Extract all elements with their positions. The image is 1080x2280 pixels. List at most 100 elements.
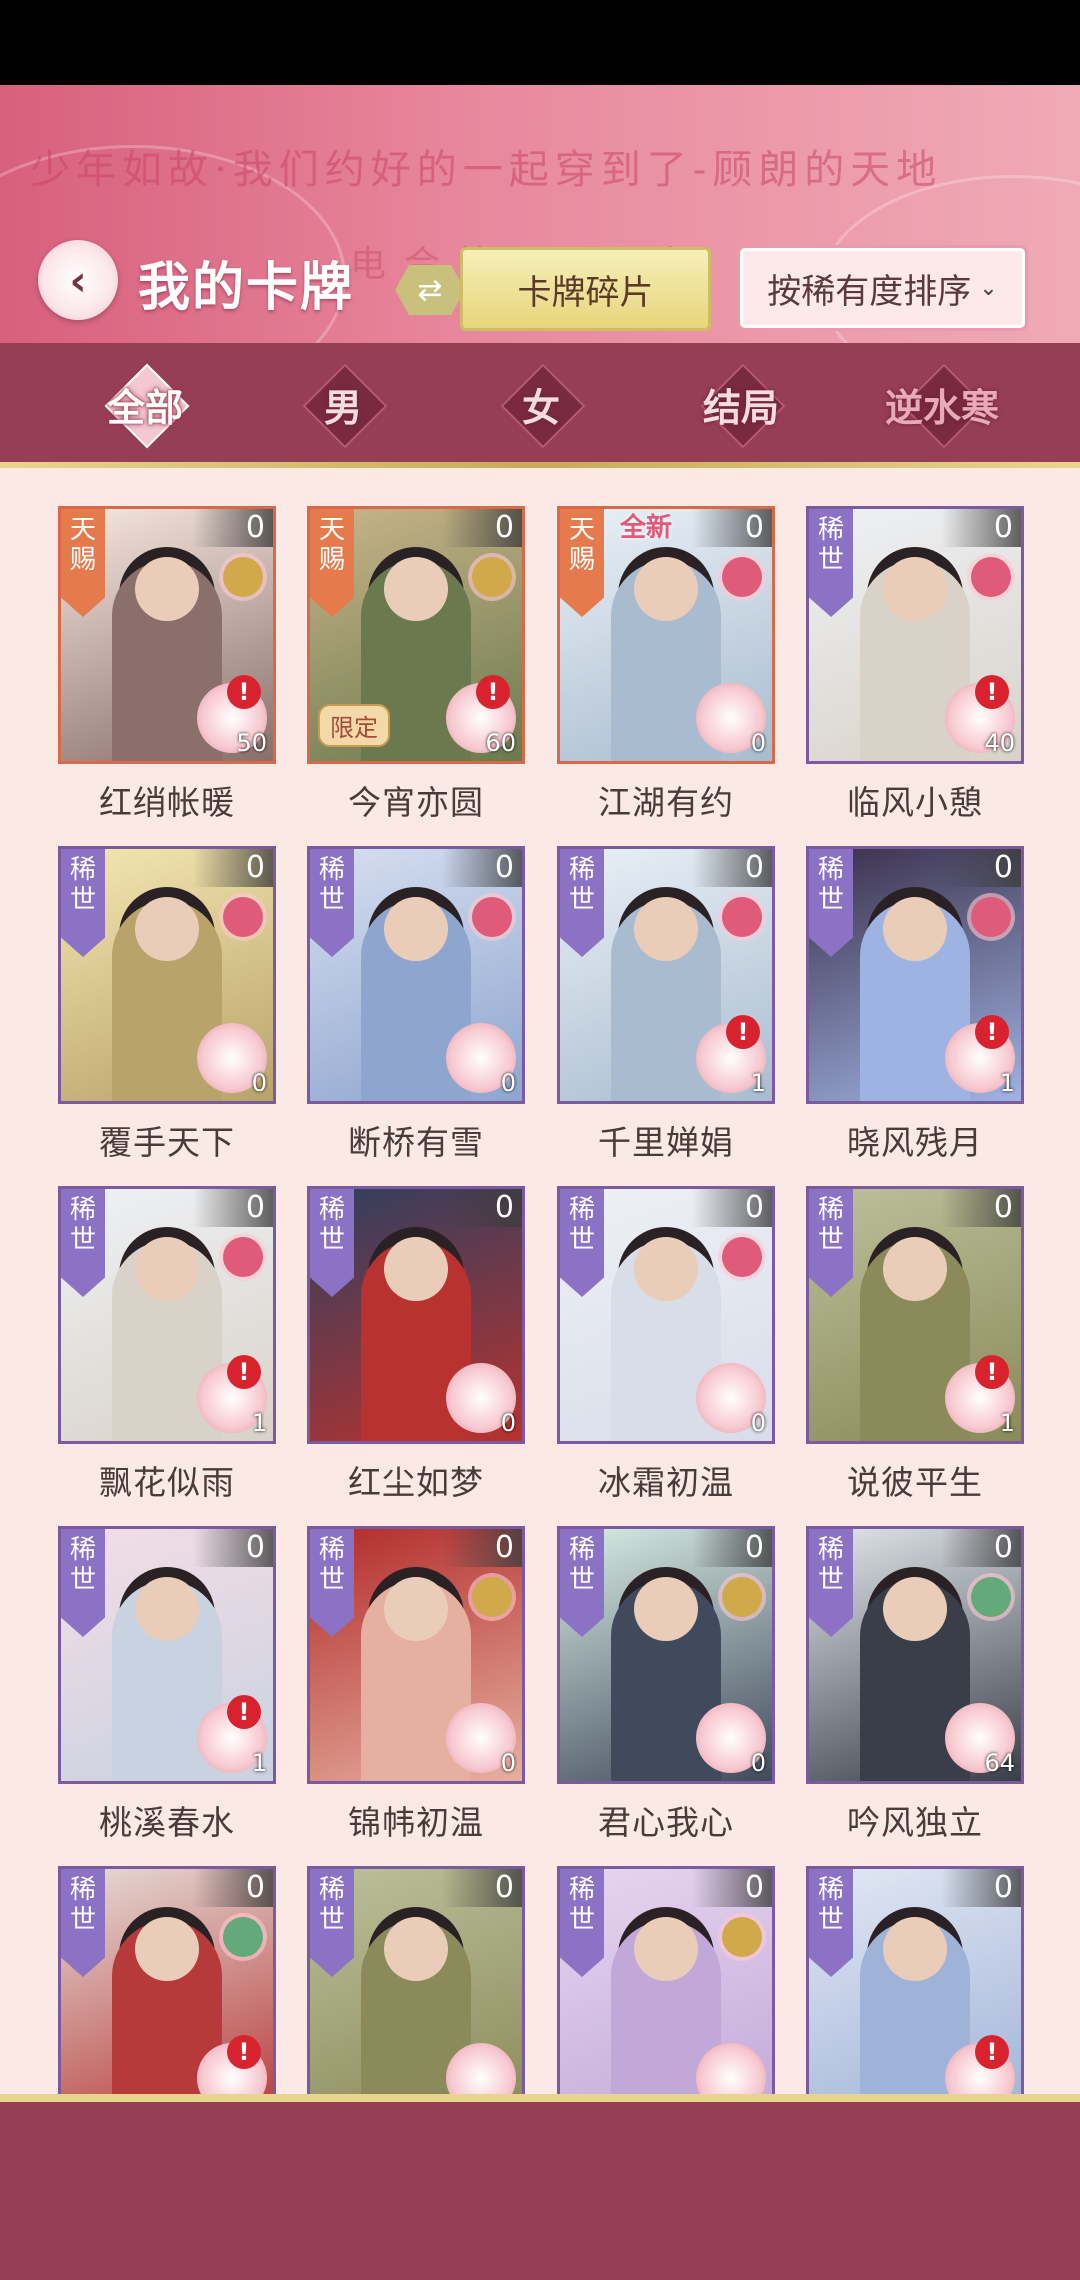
alert-icon: ! bbox=[476, 675, 510, 709]
card-fragments-label: 卡牌碎片 bbox=[517, 272, 654, 313]
card-count: 0 bbox=[692, 1869, 772, 1907]
card-item[interactable]: 稀世 0 0 bbox=[58, 846, 276, 1104]
card-name: 晓风残月 bbox=[847, 1123, 983, 1162]
card-item[interactable]: 稀世 0 0 bbox=[557, 1186, 775, 1444]
card-item[interactable]: 稀世 0! bbox=[58, 1866, 276, 2094]
rarity-badge: 稀世 bbox=[809, 1869, 853, 1977]
character-face bbox=[634, 897, 698, 961]
rarity-badge: 稀世 bbox=[61, 1869, 105, 1977]
card-name: 断桥有雪 bbox=[348, 1123, 484, 1162]
rarity-badge: 稀世 bbox=[809, 1189, 853, 1297]
card-name: 红尘如梦 bbox=[348, 1463, 484, 1502]
rarity-badge: 稀世 bbox=[310, 849, 354, 957]
character-face bbox=[634, 1577, 698, 1641]
fragment-count: 64 bbox=[984, 1749, 1015, 1777]
alert-icon: ! bbox=[726, 1015, 760, 1049]
card-count: 0 bbox=[442, 1869, 522, 1907]
card-count: 0 bbox=[193, 509, 273, 547]
card-item[interactable]: 天赐 0 限定! 60 bbox=[307, 506, 525, 764]
rarity-badge: 天赐 bbox=[560, 509, 604, 617]
fragment-count: 60 bbox=[485, 729, 516, 757]
card-item[interactable]: 稀世 0! bbox=[806, 1866, 1024, 2094]
card-item[interactable]: 稀世 0! 1 bbox=[806, 1186, 1024, 1444]
rarity-badge: 稀世 bbox=[809, 1529, 853, 1637]
card-count: 0 bbox=[941, 1869, 1021, 1907]
element-flower-icon bbox=[722, 1577, 762, 1617]
card-count: 0 bbox=[692, 849, 772, 887]
card-name: 覆手天下 bbox=[99, 1123, 235, 1162]
tab-male[interactable]: 男 bbox=[243, 363, 443, 449]
rarity-badge: 稀世 bbox=[560, 1869, 604, 1977]
character-face bbox=[384, 1237, 448, 1301]
character-face bbox=[384, 1917, 448, 1981]
alert-icon: ! bbox=[227, 2035, 261, 2069]
card-item[interactable]: 稀世 0 0 bbox=[307, 846, 525, 1104]
header: 少年如故·我们约好的一起穿到了-顾朗的天地 电合等目·寻欢 ‹ 我的卡牌 ⇄ 卡… bbox=[0, 85, 1080, 343]
card-name: 飘花似雨 bbox=[99, 1463, 235, 1502]
tab-nishuihan[interactable]: 逆水寒 bbox=[842, 363, 1042, 449]
card-count: 0 bbox=[692, 1189, 772, 1227]
tab-label: 结局 bbox=[702, 384, 779, 430]
chevron-left-icon: ‹ bbox=[69, 255, 87, 305]
card-item[interactable]: 稀世 0! 40 bbox=[806, 506, 1024, 764]
character-face bbox=[135, 1577, 199, 1641]
card-count: 0 bbox=[193, 1529, 273, 1567]
rarity-badge: 稀世 bbox=[809, 509, 853, 617]
card-item[interactable]: 稀世 0! 1 bbox=[557, 846, 775, 1104]
card-fragments-button[interactable]: 卡牌碎片 bbox=[460, 247, 711, 331]
card-count: 0 bbox=[193, 1189, 273, 1227]
rarity-badge: 稀世 bbox=[61, 1529, 105, 1637]
card-name: 临风小憩 bbox=[847, 783, 983, 822]
fragment-count: 1 bbox=[999, 1409, 1015, 1437]
rarity-badge: 稀世 bbox=[310, 1869, 354, 1977]
back-button[interactable]: ‹ bbox=[38, 240, 118, 320]
tab-all[interactable]: 全部 bbox=[45, 363, 245, 449]
sort-label: 按稀有度排序 bbox=[767, 271, 972, 312]
card-item[interactable]: 稀世 0 0 bbox=[307, 1186, 525, 1444]
element-flower-icon bbox=[722, 1917, 762, 1957]
tab-label: 全部 bbox=[106, 384, 183, 430]
tab-ending[interactable]: 结局 bbox=[641, 363, 841, 449]
rarity-badge: 稀世 bbox=[61, 849, 105, 957]
page-title: 我的卡牌 bbox=[138, 257, 355, 318]
card-item[interactable]: 稀世 0 0 bbox=[307, 1526, 525, 1784]
element-flower-icon bbox=[971, 897, 1011, 937]
element-flower-icon bbox=[223, 1237, 263, 1277]
element-flower-icon bbox=[223, 557, 263, 597]
card-item[interactable]: 天赐 0 全新 0 bbox=[557, 506, 775, 764]
card-count: 0 bbox=[941, 1189, 1021, 1227]
card-item[interactable]: 稀世 0 bbox=[557, 1866, 775, 2094]
alert-icon: ! bbox=[227, 1355, 261, 1389]
card-item[interactable]: 稀世 0! 1 bbox=[58, 1186, 276, 1444]
character-face bbox=[883, 897, 947, 961]
card-name: 江湖有约 bbox=[598, 783, 734, 822]
card-name: 锦帏初温 bbox=[348, 1803, 484, 1842]
card-count: 0 bbox=[193, 1869, 273, 1907]
character-face bbox=[634, 1917, 698, 1981]
card-count: 0 bbox=[442, 1529, 522, 1567]
element-flower-icon bbox=[722, 1237, 762, 1277]
rarity-badge: 稀世 bbox=[809, 849, 853, 957]
card-name: 吟风独立 bbox=[847, 1803, 983, 1842]
card-item[interactable]: 稀世 0 bbox=[307, 1866, 525, 2094]
tab-female[interactable]: 女 bbox=[441, 363, 641, 449]
sort-dropdown[interactable]: 按稀有度排序 ⌄ bbox=[737, 245, 1028, 331]
card-item[interactable]: 稀世 0 0 bbox=[557, 1526, 775, 1784]
card-item[interactable]: 稀世 0! 1 bbox=[806, 846, 1024, 1104]
alert-icon: ! bbox=[975, 2035, 1009, 2069]
rarity-badge: 天赐 bbox=[61, 509, 105, 617]
fragment-count: 40 bbox=[984, 729, 1015, 757]
card-item[interactable]: 稀世 0! 1 bbox=[58, 1526, 276, 1784]
fragment-count: 0 bbox=[750, 1409, 766, 1437]
character-face bbox=[135, 557, 199, 621]
fragment-count: 1 bbox=[999, 1069, 1015, 1097]
switch-icon[interactable]: ⇄ bbox=[395, 265, 465, 315]
character-face bbox=[883, 1577, 947, 1641]
card-item[interactable]: 天赐 0! 50 bbox=[58, 506, 276, 764]
card-name: 千里婵娟 bbox=[598, 1123, 734, 1162]
banner-text: 少年如故·我们约好的一起穿到了-顾朗的天地 bbox=[30, 147, 943, 187]
card-name: 桃溪春水 bbox=[99, 1803, 235, 1842]
character-face bbox=[384, 1577, 448, 1641]
fragment-count: 0 bbox=[251, 1069, 267, 1097]
card-item[interactable]: 稀世 0 64 bbox=[806, 1526, 1024, 1784]
